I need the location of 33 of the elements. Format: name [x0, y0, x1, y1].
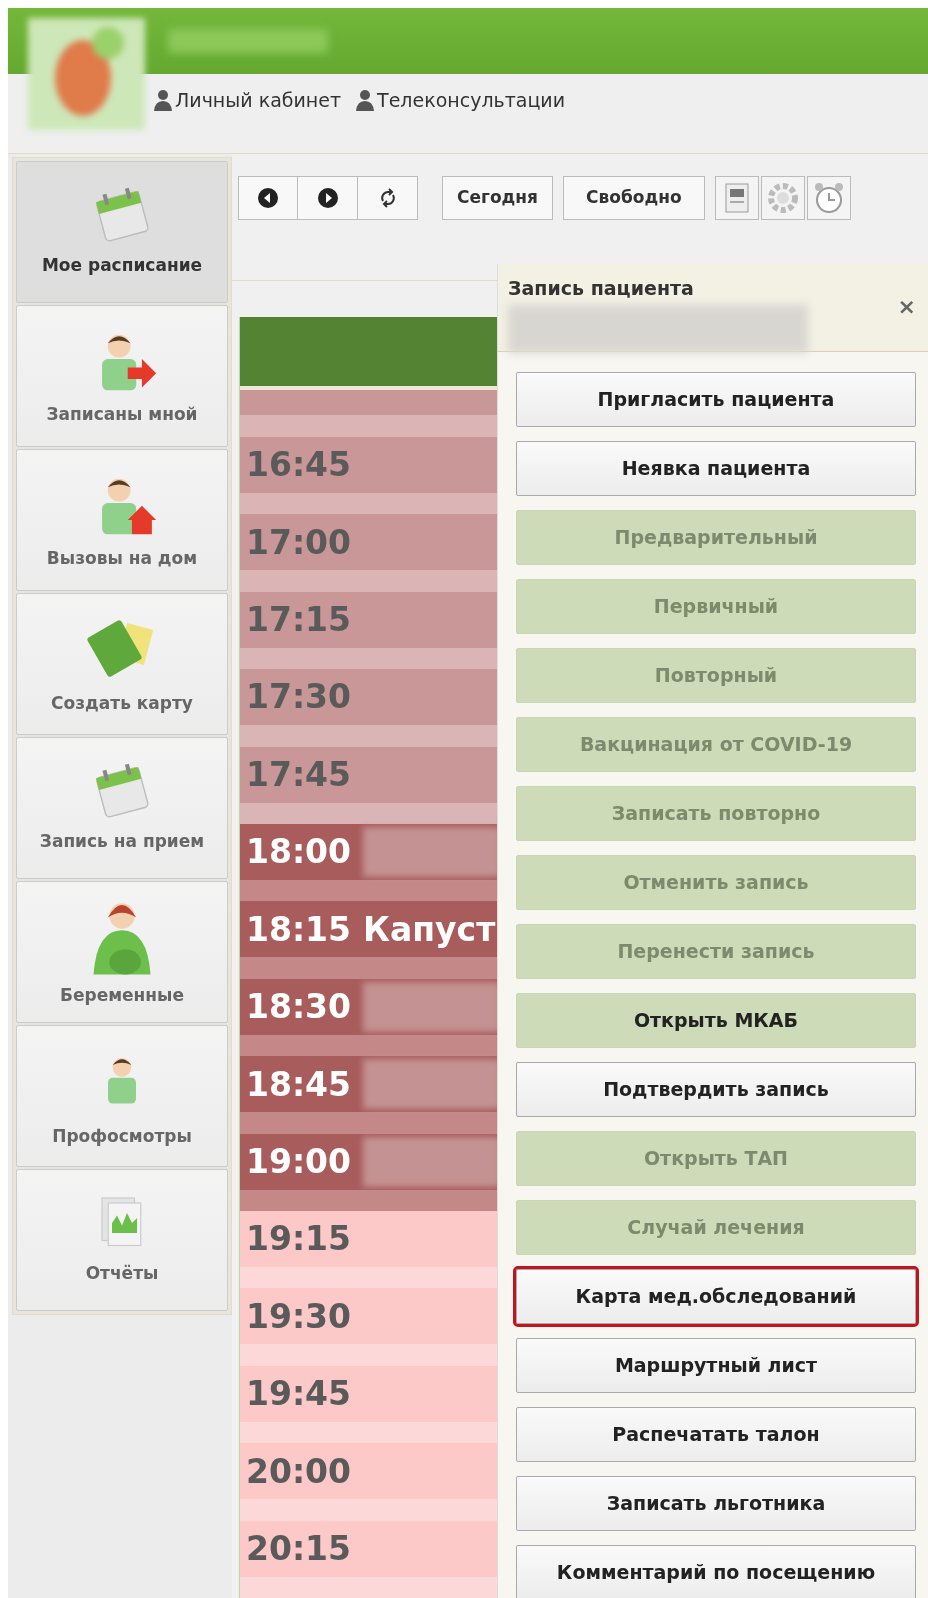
document-button[interactable]: [714, 176, 759, 220]
sidebar-item[interactable]: Профосмотры: [16, 1025, 228, 1167]
gear-icon: [766, 182, 799, 214]
person-icon: [355, 89, 376, 112]
nav-link[interactable]: Телеконсультации: [355, 86, 566, 115]
action-button[interactable]: Распечатать талон: [516, 1407, 916, 1462]
previous-button[interactable]: [238, 176, 298, 220]
action-button[interactable]: Записать льготника: [516, 1476, 916, 1531]
popup-title: Запись пациента: [508, 276, 695, 301]
alarm-button[interactable]: [806, 176, 851, 220]
action-button[interactable]: Маршрутный лист: [516, 1338, 916, 1393]
sidebar-item[interactable]: Отчёты: [16, 1169, 228, 1311]
action-button[interactable]: Подтвердить запись: [516, 1062, 916, 1117]
today-button[interactable]: Сегодня: [442, 176, 553, 220]
sidebar-item[interactable]: Создать карту: [16, 593, 228, 735]
close-button[interactable]: ×: [897, 296, 916, 318]
person-icon: [153, 89, 173, 112]
refresh-button[interactable]: [358, 176, 418, 220]
sidebar-item[interactable]: Вызовы на дом: [16, 449, 228, 591]
action-button[interactable]: Неявка пациента: [516, 441, 916, 496]
sidebar-item[interactable]: Беременные: [16, 881, 228, 1023]
action-button[interactable]: Карта мед.обследований: [516, 1269, 916, 1324]
action-button[interactable]: Комментарий по посещению: [516, 1545, 916, 1598]
sidebar-item[interactable]: Запись на прием: [16, 737, 228, 879]
sidebar-item[interactable]: Записаны мной: [16, 305, 228, 447]
next-button[interactable]: [298, 176, 358, 220]
action-button[interactable]: Открыть МКАБ: [516, 993, 916, 1048]
sidebar-item[interactable]: Мое расписание: [16, 161, 228, 303]
nav-link[interactable]: Личный кабинет: [153, 86, 342, 115]
patient-name: Капуст: [363, 908, 496, 951]
free-slots-button[interactable]: Свободно: [562, 176, 705, 220]
action-button[interactable]: Пригласить пациента: [516, 372, 916, 427]
document-icon: [724, 183, 749, 213]
